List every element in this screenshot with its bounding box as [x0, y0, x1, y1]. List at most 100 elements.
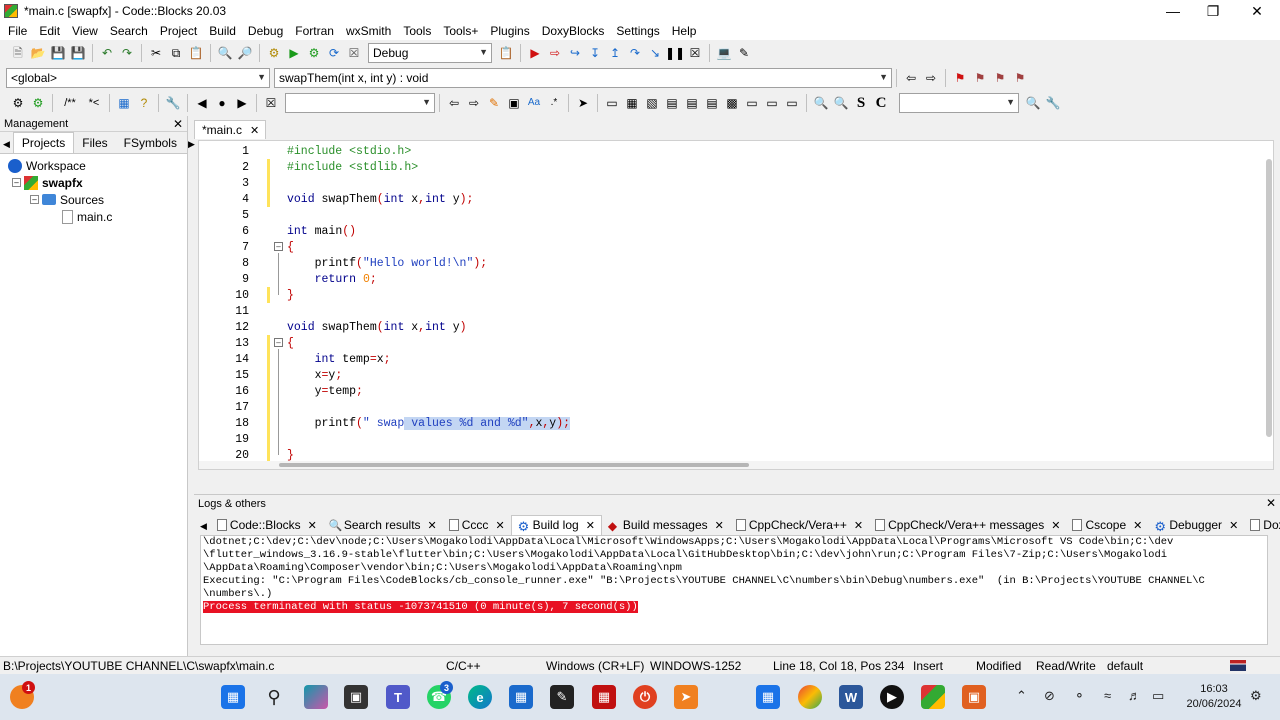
- step-instruction-icon[interactable]: ↘: [647, 45, 663, 61]
- redo-icon[interactable]: ↷: [119, 45, 135, 61]
- build-run-icon[interactable]: ⚙: [306, 45, 322, 61]
- search-symbol-icon[interactable]: 🔍: [1025, 95, 1041, 111]
- tab-scroll-left[interactable]: ◀: [0, 136, 13, 153]
- nassi-shape-1-icon[interactable]: ▭: [604, 95, 620, 111]
- tree-file-main[interactable]: main.c: [62, 208, 112, 225]
- log-tab-doxyblocks[interactable]: DoxyB: [1244, 516, 1280, 535]
- close-icon[interactable]: ✕: [495, 519, 504, 532]
- c-letter-icon[interactable]: C: [873, 95, 889, 111]
- nassi-shape-6-icon[interactable]: ▤: [704, 95, 720, 111]
- build-gear-icon[interactable]: ⚙: [266, 45, 282, 61]
- jump-forward-icon[interactable]: ▶: [234, 95, 250, 111]
- bookmark-clear-icon[interactable]: ⚑: [1012, 70, 1028, 86]
- menu-fortran[interactable]: Fortran: [289, 24, 340, 38]
- run-to-cursor-icon[interactable]: ⇨: [547, 45, 563, 61]
- incremental-search-input[interactable]: ▼: [285, 93, 435, 113]
- open-file-icon[interactable]: 📂: [30, 45, 46, 61]
- nassi-shape-3-icon[interactable]: ▧: [644, 95, 660, 111]
- next-instruction-icon[interactable]: ↷: [627, 45, 643, 61]
- log-tab-cccc[interactable]: Cccc ✕: [443, 516, 511, 535]
- build-target-select[interactable]: Debug ▼: [368, 43, 492, 63]
- close-icon[interactable]: ✕: [854, 519, 863, 532]
- nassi-shape-5-icon[interactable]: ▤: [684, 95, 700, 111]
- close-window-button[interactable]: ✕: [1234, 0, 1280, 22]
- step-into-icon[interactable]: ↧: [587, 45, 603, 61]
- compile-file-icon[interactable]: ⚙: [10, 95, 26, 111]
- debug-info-icon[interactable]: ✎: [736, 45, 752, 61]
- log-tab-codeblocks[interactable]: Code::Blocks ✕: [211, 516, 323, 535]
- close-icon[interactable]: ✕: [586, 519, 595, 532]
- menu-tools-plus[interactable]: Tools+: [437, 24, 484, 38]
- close-icon[interactable]: ✕: [1051, 519, 1060, 532]
- tree-project[interactable]: – swapfx: [12, 174, 83, 191]
- match-case-icon[interactable]: Aa: [526, 95, 542, 111]
- paste-icon[interactable]: 📋: [188, 45, 204, 61]
- close-icon[interactable]: ✕: [173, 117, 183, 131]
- copilot-icon[interactable]: [304, 685, 328, 709]
- s-letter-icon[interactable]: S: [853, 95, 869, 111]
- rebuild-icon[interactable]: ⟳: [326, 45, 342, 61]
- taskbar-clock[interactable]: 16:03 20/06/2024: [1184, 682, 1244, 712]
- bookmark-next-icon[interactable]: ⚑: [992, 70, 1008, 86]
- jump-back-icon[interactable]: ◀: [194, 95, 210, 111]
- maximize-button[interactable]: ❐: [1190, 0, 1236, 22]
- pointer-icon[interactable]: ➤: [575, 95, 591, 111]
- highlight-icon[interactable]: ✎: [486, 95, 502, 111]
- horizontal-scrollbar[interactable]: [199, 461, 1273, 469]
- selection-only-icon[interactable]: ▣: [506, 95, 522, 111]
- log-tab-cscope[interactable]: Cscope ✕: [1066, 516, 1148, 535]
- log-tab-scroll-left[interactable]: ◀: [194, 519, 211, 535]
- doxy-help-icon[interactable]: ?: [136, 95, 152, 111]
- cut-icon[interactable]: ✂: [148, 45, 164, 61]
- bookmark-prev-icon[interactable]: ⚑: [972, 70, 988, 86]
- search-next-icon[interactable]: ⇨: [466, 95, 482, 111]
- menu-search[interactable]: Search: [104, 24, 154, 38]
- save-all-icon[interactable]: 💾: [70, 45, 86, 61]
- step-out-icon[interactable]: ↥: [607, 45, 623, 61]
- nassi-shape-2-icon[interactable]: ▦: [624, 95, 640, 111]
- menu-debug[interactable]: Debug: [242, 24, 289, 38]
- save-icon[interactable]: 💾: [50, 45, 66, 61]
- volume-icon[interactable]: ♬: [1128, 688, 1141, 703]
- doxy-comment-icon[interactable]: /**: [59, 95, 81, 111]
- tab-fsymbols[interactable]: FSymbols: [116, 133, 185, 153]
- menu-file[interactable]: File: [2, 24, 33, 38]
- zoom-out-icon[interactable]: 🔍: [833, 95, 849, 111]
- undo-icon[interactable]: ↶: [99, 45, 115, 61]
- close-icon[interactable]: ✕: [308, 519, 317, 532]
- tab-projects[interactable]: Projects: [12, 132, 75, 153]
- nassi-shape-4-icon[interactable]: ▤: [664, 95, 680, 111]
- clear-search-icon[interactable]: ☒: [263, 95, 279, 111]
- doxy-inline-icon[interactable]: *<: [85, 95, 103, 111]
- nassi-shape-7-icon[interactable]: ▩: [724, 95, 740, 111]
- close-icon[interactable]: ✕: [715, 519, 724, 532]
- vertical-scrollbar[interactable]: [1266, 159, 1272, 437]
- wifi-icon[interactable]: ≈: [1104, 688, 1111, 703]
- codeblocks-taskbar-icon[interactable]: [921, 685, 945, 709]
- menu-plugins[interactable]: Plugins: [484, 24, 535, 38]
- stop-debug-icon[interactable]: ☒: [687, 45, 703, 61]
- nav-forward-icon[interactable]: ⇨: [923, 70, 939, 86]
- code-editor[interactable]: 1 2 3 4 5 6 7 8 9 10 11 12 13 14 15 16 1…: [198, 140, 1274, 470]
- media-player-icon[interactable]: ▶: [880, 685, 904, 709]
- menu-wxsmith[interactable]: wxSmith: [340, 24, 397, 38]
- collapse-icon[interactable]: –: [30, 195, 39, 204]
- scope-select[interactable]: <global> ▼: [6, 68, 270, 88]
- search-prev-icon[interactable]: ⇦: [446, 95, 462, 111]
- edge-icon[interactable]: e: [468, 685, 492, 709]
- pdf-icon[interactable]: ▦: [592, 685, 616, 709]
- fold-toggle-icon[interactable]: –: [274, 242, 283, 251]
- target-options-icon[interactable]: 📋: [498, 45, 514, 61]
- chrome-icon[interactable]: [798, 685, 822, 709]
- menu-tools[interactable]: Tools: [397, 24, 437, 38]
- nassi-shape-9-icon[interactable]: ▭: [764, 95, 780, 111]
- build-log-output[interactable]: \dotnet;C:\dev;C:\dev\node;C:\Users\Moga…: [200, 535, 1268, 645]
- symbol-search-input[interactable]: ▼: [899, 93, 1019, 113]
- next-line-icon[interactable]: ↪: [567, 45, 583, 61]
- tab-files[interactable]: Files: [74, 133, 115, 153]
- function-select[interactable]: swapThem(int x, int y) : void ▼: [274, 68, 892, 88]
- nassi-shape-8-icon[interactable]: ▭: [744, 95, 760, 111]
- menu-edit[interactable]: Edit: [33, 24, 66, 38]
- run-icon[interactable]: ▶: [286, 45, 302, 61]
- new-file-icon[interactable]: 🗎: [10, 45, 26, 61]
